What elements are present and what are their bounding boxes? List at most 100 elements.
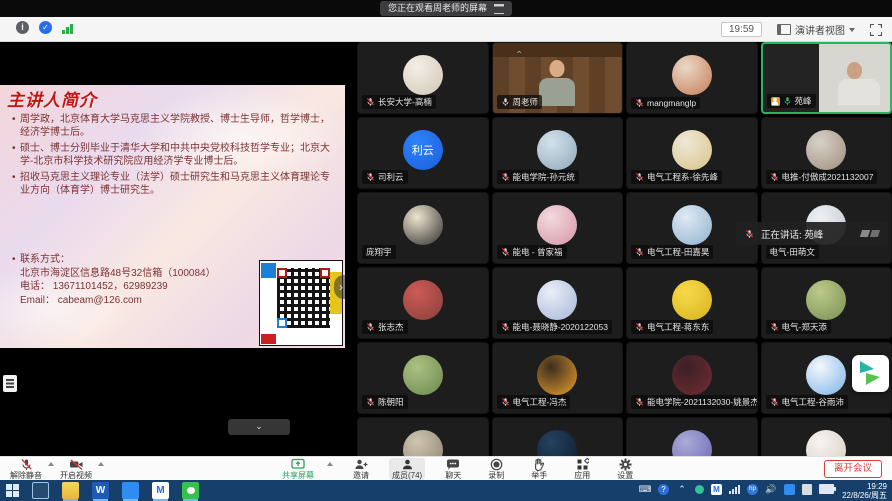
- contact-email: Email： cabeam@126.com: [12, 294, 252, 308]
- participant-name: 能电学院-2021132030-姚景杰: [647, 396, 758, 408]
- participant-tile[interactable]: 苑峰: [761, 42, 892, 114]
- members-label: 成员(74): [392, 471, 422, 480]
- mic-muted-icon: [770, 172, 779, 182]
- share-options-chevron[interactable]: [327, 462, 333, 466]
- taskbar-app-docs[interactable]: [122, 482, 139, 499]
- taskbar-app-meeting[interactable]: M: [152, 482, 169, 499]
- annotation-tool-icon[interactable]: [3, 375, 17, 392]
- mic-muted-icon: [635, 397, 644, 407]
- qr-red-block: [261, 334, 276, 344]
- participant-tile[interactable]: 能电学院-孙元统: [492, 117, 624, 189]
- raise-hand-icon: [533, 458, 545, 471]
- slide-next-arrow[interactable]: ›: [334, 275, 345, 299]
- avatar: [403, 430, 443, 456]
- status-dot-icon[interactable]: [695, 485, 704, 494]
- mic-muted-icon: [366, 322, 375, 332]
- help-icon[interactable]: ?: [658, 484, 669, 495]
- scroll-up-button[interactable]: ⌃: [515, 50, 523, 61]
- camera-off-icon: [69, 458, 84, 471]
- participant-tile[interactable]: 电推-付傲成2021132007: [761, 117, 892, 189]
- volume-icon[interactable]: 🔊: [765, 483, 777, 495]
- avatar: [537, 355, 577, 395]
- participant-tile[interactable]: 电气工程系-徐先峰: [626, 117, 758, 189]
- info-icon[interactable]: i: [16, 21, 29, 34]
- watching-banner[interactable]: 您正在观看周老师的屏幕: [380, 1, 512, 16]
- chevron-down-icon: [849, 28, 855, 32]
- participant-tile[interactable]: 庞翔宇: [357, 192, 489, 264]
- taskbar-app-wechat[interactable]: [182, 482, 199, 499]
- mic-muted-icon: [501, 322, 510, 332]
- participant-tile[interactable]: mangmanglp: [626, 42, 758, 114]
- notes-icon[interactable]: [802, 484, 812, 495]
- taskbar-app-word[interactable]: W: [92, 482, 109, 499]
- participant-tile[interactable]: 能电-聂晓静-2020122053: [492, 267, 624, 339]
- start-button[interactable]: [6, 484, 19, 497]
- mic-muted-icon: [635, 172, 644, 182]
- chat-button[interactable]: 聊天: [438, 458, 468, 480]
- mic-off-icon: [20, 458, 33, 471]
- scroll-down-button[interactable]: ⌄: [228, 419, 290, 435]
- banner-menu-icon[interactable]: [494, 4, 504, 14]
- participant-tile[interactable]: 陈朝阳: [357, 342, 489, 414]
- share-screen-button[interactable]: 共享屏幕: [282, 458, 314, 480]
- tray-app-icon[interactable]: [784, 484, 795, 495]
- taskbar-app-snip[interactable]: [32, 482, 49, 499]
- participant-tile[interactable]: 周老师: [492, 42, 624, 114]
- avatar: [537, 280, 577, 320]
- invite-button[interactable]: 邀请: [346, 458, 376, 480]
- participant-tile[interactable]: 利云司利云: [357, 117, 489, 189]
- leave-meeting-button[interactable]: 离开会议: [824, 460, 882, 478]
- participant-tile[interactable]: [357, 417, 489, 456]
- meeting-tray-icon[interactable]: M: [711, 484, 722, 495]
- raise-hand-button[interactable]: 举手: [524, 458, 554, 480]
- shield-icon[interactable]: ✓: [39, 21, 52, 34]
- fullscreen-icon[interactable]: [870, 24, 882, 36]
- participant-tile[interactable]: 能电学院-2021132030-姚景杰: [626, 342, 758, 414]
- mic-muted-icon: [501, 172, 510, 182]
- top-strip: 您正在观看周老师的屏幕: [0, 0, 892, 17]
- participant-name: 电推-付傲成2021132007: [782, 171, 874, 183]
- start-video-button[interactable]: 开启视频: [60, 458, 92, 480]
- participant-tile[interactable]: 能电 - 曾家福: [492, 192, 624, 264]
- battery-icon[interactable]: [819, 484, 834, 494]
- mic-muted-icon: [635, 322, 644, 332]
- view-mode-selector[interactable]: 演讲者视图: [772, 20, 860, 39]
- network-signal-icon[interactable]: [62, 22, 73, 34]
- screen-share-widget-icon[interactable]: [852, 355, 889, 392]
- participant-name: 电气-田萌文: [770, 246, 815, 258]
- hp-icon[interactable]: hp: [747, 484, 758, 495]
- settings-button[interactable]: 设置: [610, 458, 640, 480]
- taskbar-clock[interactable]: 19:29 22/8/26/周五: [842, 482, 887, 500]
- participant-tile[interactable]: [626, 417, 758, 456]
- members-button[interactable]: 成员(74): [389, 458, 425, 480]
- unmute-options-chevron[interactable]: [48, 462, 54, 466]
- participant-tile[interactable]: 电气工程-冯杰: [492, 342, 624, 414]
- contact-address: 北京市海淀区信息路48号32信箱（100084）: [12, 267, 252, 281]
- keyboard-icon[interactable]: ⌨: [639, 483, 651, 495]
- participant-tile[interactable]: [761, 417, 892, 456]
- apps-label: 应用: [574, 471, 590, 480]
- video-options-chevron[interactable]: [98, 462, 104, 466]
- participant-tile[interactable]: [492, 417, 624, 456]
- participant-name-tag: 司利云: [362, 170, 408, 184]
- participant-name: 庞翔宇: [366, 246, 392, 258]
- apps-button[interactable]: 应用: [567, 458, 597, 480]
- clock-time: 19:29: [842, 482, 887, 491]
- avatar: [672, 430, 712, 456]
- participant-tile[interactable]: 电气-郑天添: [761, 267, 892, 339]
- avatar: [403, 355, 443, 395]
- participant-tile[interactable]: 张志杰: [357, 267, 489, 339]
- settings-label: 设置: [617, 471, 633, 480]
- wifi-signal-icon[interactable]: [729, 484, 740, 494]
- avatar: [537, 205, 577, 245]
- participant-name: 能电学院-孙元统: [513, 171, 575, 183]
- record-button[interactable]: 录制: [481, 458, 511, 480]
- participant-tile[interactable]: 长安大学-高楠: [357, 42, 489, 114]
- participant-name: 电气工程-蒋东东: [647, 321, 709, 333]
- tray-expand-icon[interactable]: ⌃: [676, 483, 688, 495]
- taskbar-app-explorer[interactable]: [62, 482, 79, 499]
- participant-tile[interactable]: 电气工程-蒋东东: [626, 267, 758, 339]
- unmute-button[interactable]: 解除静音: [10, 458, 42, 480]
- video-person-body: [838, 79, 880, 105]
- speaking-toast: 正在讲话: 苑峰: [736, 222, 888, 245]
